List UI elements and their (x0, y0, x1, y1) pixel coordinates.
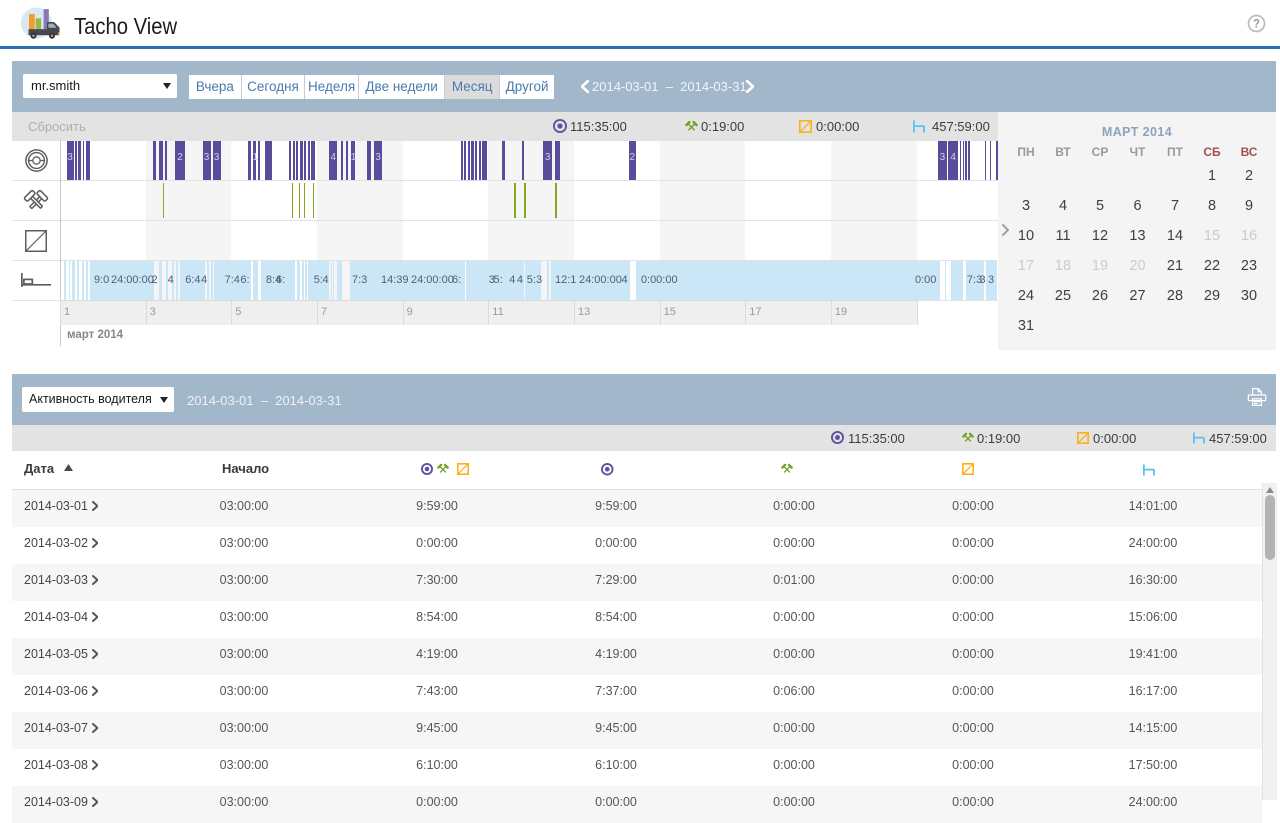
svg-text:?: ? (1253, 19, 1260, 31)
